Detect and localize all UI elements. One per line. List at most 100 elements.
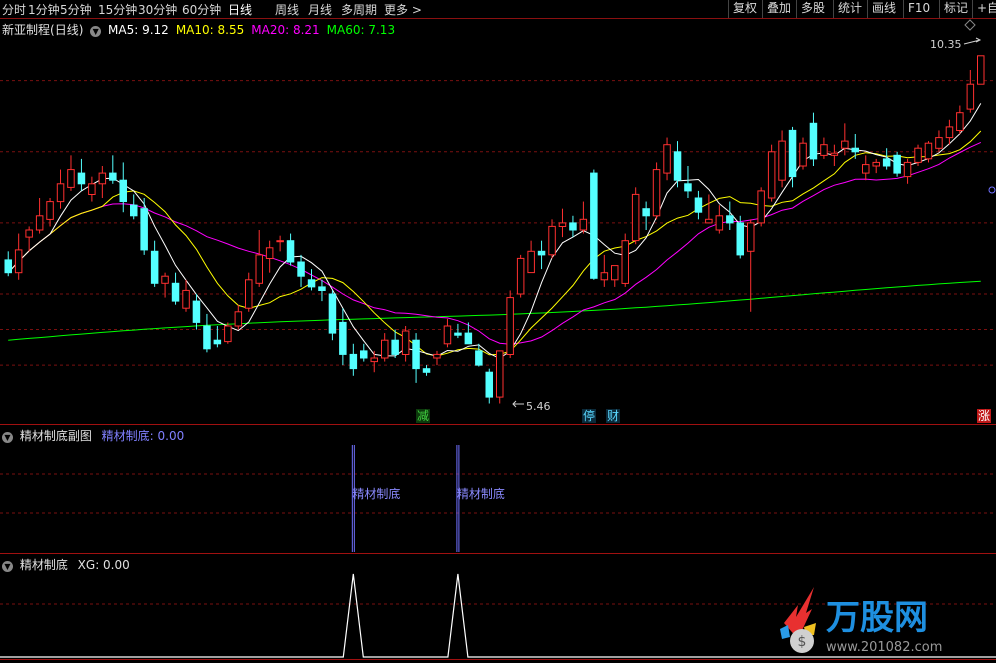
candle-34: [360, 343, 368, 362]
candle-body-35: [370, 357, 378, 363]
candle-body-71: [747, 222, 755, 252]
svg-text:$: $: [798, 634, 807, 650]
candle-18: [192, 294, 201, 330]
candle-37: [391, 329, 399, 358]
candle-56: [590, 169, 598, 280]
candle-body-0: [4, 259, 12, 274]
marker-0: 减: [417, 409, 429, 423]
candle-body-76: [799, 142, 807, 167]
high-arrow-icon: [963, 37, 982, 45]
candle-body-31: [328, 293, 337, 334]
candle-20: [213, 326, 222, 348]
candle-75: [788, 126, 797, 188]
candle-58: [611, 265, 619, 287]
candle-body-37: [391, 339, 399, 355]
candle-5: [56, 169, 65, 209]
sub2-chevron-icon[interactable]: ▼: [2, 561, 13, 572]
candle-body-58: [611, 265, 619, 281]
candle-body-53: [558, 222, 567, 227]
sub1-chevron-icon[interactable]: ▼: [2, 432, 13, 443]
candle-body-16: [171, 282, 180, 302]
candle-53: [558, 208, 567, 238]
candle-body-29: [307, 279, 316, 288]
candle-body-39: [412, 339, 420, 370]
logo-url: www.201082.com: [826, 640, 942, 655]
candle-1: [14, 233, 23, 280]
ma-legend-0: MA5: 9.12: [108, 23, 169, 37]
candle-61: [642, 201, 650, 230]
candle-63: [663, 137, 671, 181]
signal-label-1: 精材制底: [457, 486, 505, 501]
main-legend: 新亚制程(日线) ▼ MA5: 9.12 MA10: 8.55 MA20: 8.21…: [2, 21, 402, 38]
candle-50: [527, 240, 535, 274]
candle-76: [799, 137, 807, 170]
candle-83: [872, 158, 880, 174]
candle-body-42: [443, 325, 452, 345]
candle-body-70: [736, 222, 744, 256]
candle-body-4: [46, 201, 54, 220]
candle-body-72: [757, 190, 765, 224]
candle-30: [318, 279, 326, 302]
candle-body-5: [56, 183, 65, 203]
candle-body-85: [893, 154, 901, 174]
candle-body-12: [130, 204, 138, 217]
candle-52: [548, 219, 556, 259]
candle-19: [203, 313, 211, 353]
candle-body-78: [820, 144, 828, 156]
candle-body-34: [360, 350, 368, 359]
candle-body-91: [956, 112, 964, 131]
candle-6: [67, 155, 75, 191]
candle-35: [370, 350, 378, 373]
candle-body-87: [914, 147, 922, 163]
candle-body-14: [150, 250, 159, 284]
candle-body-10: [109, 172, 117, 181]
candle-24: [255, 230, 263, 287]
candle-48: [506, 290, 514, 358]
low-arrow-icon: [512, 400, 524, 408]
candle-44: [464, 322, 473, 345]
candle-body-56: [590, 172, 598, 279]
sub2-title: 精材制底: [19, 558, 68, 572]
candle-13: [140, 198, 148, 255]
candle-body-62: [652, 169, 661, 217]
candle-82: [862, 155, 870, 181]
candle-33: [349, 343, 358, 376]
candle-71: [747, 219, 755, 312]
candle-body-22: [234, 311, 243, 327]
candle-body-48: [506, 297, 514, 356]
candle-body-8: [88, 183, 96, 196]
candle-body-51: [537, 250, 546, 256]
candle-body-54: [569, 222, 577, 231]
candle-66: [694, 190, 703, 220]
candle-60: [631, 187, 640, 245]
candle-86: [903, 158, 912, 184]
settings-chevron-icon[interactable]: ▼: [90, 26, 102, 37]
candle-47: [496, 350, 504, 404]
candle-55: [579, 201, 588, 234]
candle-body-61: [642, 208, 650, 217]
candle-73: [767, 144, 776, 202]
candle-body-18: [192, 300, 201, 323]
candle-89: [935, 130, 943, 152]
logo-brand: 万股网: [826, 598, 928, 638]
candle-28: [297, 254, 305, 287]
candle-body-19: [203, 325, 211, 350]
candle-8: [88, 176, 96, 202]
candle-body-86: [903, 161, 912, 178]
candle-23: [245, 272, 253, 312]
candle-body-88: [924, 142, 933, 160]
candle-27: [286, 233, 295, 266]
candle-body-74: [778, 140, 786, 181]
candle-body-59: [621, 240, 629, 284]
ma-legend-1: MA10: 8.55: [175, 23, 245, 37]
ma60-line: [8, 280, 981, 341]
candle-40: [422, 365, 431, 376]
candle-39: [412, 333, 420, 383]
candle-body-41: [433, 353, 441, 359]
ma-legend-2: MA20: 8.21: [251, 23, 320, 37]
ma-edge-dot: [988, 186, 996, 194]
candle-38: [401, 326, 410, 362]
candle-22: [234, 304, 243, 330]
candle-17: [182, 279, 190, 312]
candle-body-63: [663, 144, 671, 174]
